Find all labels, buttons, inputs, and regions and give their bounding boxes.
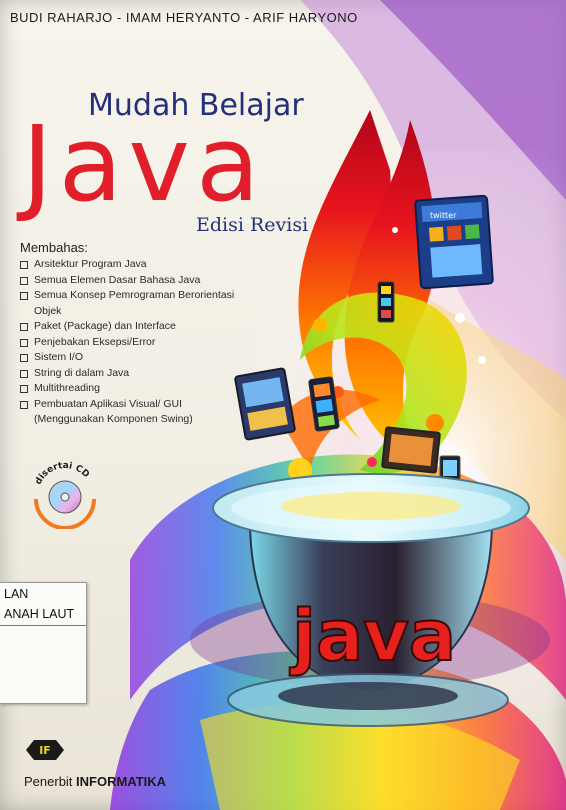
phone-app-label: twitter bbox=[430, 211, 457, 220]
topic-item: Sistem I/O bbox=[20, 350, 290, 366]
authors: BUDI RAHARJO - IMAM HERYANTO - ARIF HARY… bbox=[10, 10, 358, 25]
publisher-brand: INFORMATIKA bbox=[76, 774, 167, 789]
topic-item: Pembuatan Aplikasi Visual/ GUI bbox=[20, 397, 290, 413]
publisher-prefix: Penerbit bbox=[24, 774, 73, 789]
topic-item-continuation: (Menggunakan Komponen Swing) bbox=[34, 413, 193, 425]
library-sticker-rule bbox=[0, 625, 86, 626]
publisher-logo: IF bbox=[26, 740, 64, 760]
topic-item: Semua Elemen Dasar Bahasa Java bbox=[20, 273, 290, 289]
book-title: Java bbox=[22, 103, 266, 225]
library-sticker-line2: ANAH LAUT bbox=[4, 607, 75, 621]
topics-heading: Membahas: bbox=[20, 240, 88, 255]
edition-label: Edisi Revisi bbox=[196, 214, 309, 236]
library-sticker: LAN ANAH LAUT bbox=[0, 582, 87, 704]
topic-item: Semua Konsep Pemrograman Berorientasi bbox=[20, 288, 290, 304]
topic-item: Multithreading bbox=[20, 381, 290, 397]
cup-logo-text: java bbox=[289, 595, 456, 677]
topic-item-continuation: Objek bbox=[34, 304, 62, 317]
topics-list: Arsitektur Program Java Semua Elemen Das… bbox=[20, 257, 290, 428]
publisher-logo-text: IF bbox=[39, 744, 51, 757]
topic-item: String di dalam Java bbox=[20, 366, 290, 382]
topic-item: Arsitektur Program Java bbox=[20, 257, 290, 273]
topic-item: Penjebakan Eksepsi/Error bbox=[20, 335, 290, 351]
topic-item: Paket (Package) dan Interface bbox=[20, 319, 290, 335]
cd-badge: disertai CD bbox=[34, 461, 96, 529]
book-cover: twitter java BUDI RAHARJO - IMAM HERYANT… bbox=[0, 0, 566, 810]
library-sticker-line1: LAN bbox=[4, 587, 29, 601]
publisher-name: Penerbit INFORMATIKA bbox=[24, 774, 166, 789]
